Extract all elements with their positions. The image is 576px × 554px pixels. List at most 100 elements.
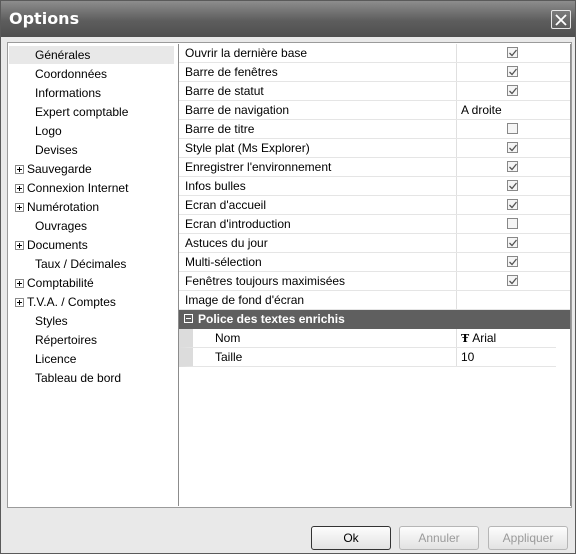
property-checkbox[interactable] [507,123,518,134]
property-value-cell[interactable]: 10 [458,348,570,366]
tree-item-taux-d-cimales[interactable]: Taux / Décimales [9,255,174,273]
property-row[interactable]: Style plat (Ms Explorer) [179,139,570,158]
tree-item-label: Logo [35,124,62,138]
tree-item-documents[interactable]: Documents [9,236,174,254]
tree-item-label: Numérotation [27,200,100,214]
property-name: Style plat (Ms Explorer) [179,139,457,157]
expand-icon[interactable] [15,184,24,193]
property-value-cell [458,177,570,195]
property-row[interactable]: Barre de titre [179,120,570,139]
property-checkbox[interactable] [507,256,518,267]
section-header-police[interactable]: Police des textes enrichis [179,310,570,329]
property-row[interactable]: Multi-sélection [179,253,570,272]
property-value-cell [458,234,570,252]
property-value-cell [458,272,570,290]
property-value[interactable]: A droite [458,101,570,119]
property-value[interactable] [458,291,570,309]
property-value-cell [458,253,570,271]
tree-item-label: Informations [35,86,102,100]
tree-item-tableau-de-bord[interactable]: Tableau de bord [9,369,174,387]
tree-item-label: Ouvrages [35,219,88,233]
property-grid: Ouvrir la dernière base Barre de fenêtres… [178,44,571,506]
tree-item-ouvrages[interactable]: Ouvrages [9,217,174,235]
property-checkbox[interactable] [507,66,518,77]
title-bar[interactable]: Options [1,1,575,37]
property-checkbox[interactable] [507,85,518,96]
property-row[interactable]: Nom Ŧ Arial [179,329,556,348]
options-window: Options Générales Coordonnées Informations… [0,0,576,554]
property-checkbox[interactable] [507,161,518,172]
property-row[interactable]: Barre de fenêtres [179,63,570,82]
property-name: Barre de statut [179,82,457,100]
tree-item-label: Coordonnées [35,67,108,81]
property-checkbox[interactable] [507,180,518,191]
property-name: Barre de fenêtres [179,63,457,81]
checkmark-icon [509,87,517,95]
tree-item-sauvegarde[interactable]: Sauvegarde [9,160,174,178]
property-checkbox[interactable] [507,218,518,229]
property-value: 10 [461,350,475,364]
property-row[interactable]: Astuces du jour [179,234,570,253]
tree-item-label: Expert comptable [35,105,129,119]
tree-item-r-pertoires[interactable]: Répertoires [9,331,174,349]
property-row[interactable]: Enregistrer l'environnement [179,158,570,177]
expand-icon[interactable] [15,241,24,250]
property-name: Barre de titre [179,120,457,138]
tree-item-label: Connexion Internet [27,181,129,195]
tree-item-logo[interactable]: Logo [9,122,174,140]
window-title: Options [9,9,80,28]
tree-item-label: Sauvegarde [27,162,92,176]
tree-item-g-n-rales[interactable]: Générales [9,46,174,64]
collapse-icon[interactable] [184,314,193,323]
property-name: Image de fond d'écran [179,291,457,309]
property-row[interactable]: Ecran d'accueil [179,196,570,215]
property-value-cell [458,139,570,157]
property-row[interactable]: Ecran d'introduction [179,215,570,234]
property-checkbox[interactable] [507,47,518,58]
property-name: Enregistrer l'environnement [179,158,457,176]
tree-item-num-rotation[interactable]: Numérotation [9,198,174,216]
tree-item-styles[interactable]: Styles [9,312,174,330]
property-value-cell[interactable]: Ŧ Arial [458,329,570,347]
property-name: Astuces du jour [179,234,457,252]
tree-item-t-v-a-comptes[interactable]: T.V.A. / Comptes [9,293,174,311]
property-value-cell [458,158,570,176]
property-name: Multi-sélection [179,253,457,271]
expand-icon[interactable] [15,298,24,307]
expand-icon[interactable] [15,203,24,212]
tree-item-licence[interactable]: Licence [9,350,174,368]
ok-button[interactable]: Ok [311,526,391,550]
checkmark-icon [509,163,517,171]
close-button[interactable] [551,10,571,29]
font-icon: Ŧ [461,332,470,345]
property-row[interactable]: Infos bulles [179,177,570,196]
property-checkbox[interactable] [507,142,518,153]
expand-icon[interactable] [15,165,24,174]
tree-item-label: Devises [35,143,78,157]
property-checkbox[interactable] [507,199,518,210]
property-row[interactable]: Taille 10 [179,348,556,367]
property-value-cell [458,120,570,138]
expand-icon[interactable] [15,279,24,288]
tree-item-label: Styles [35,314,68,328]
tree-item-devises[interactable]: Devises [9,141,174,159]
property-value-cell [458,215,570,233]
tree-item-coordonn-es[interactable]: Coordonnées [9,65,174,83]
tree-item-label: Licence [35,352,77,366]
tree-item-expert-comptable[interactable]: Expert comptable [9,103,174,121]
tree-item-informations[interactable]: Informations [9,84,174,102]
property-checkbox[interactable] [507,237,518,248]
property-row[interactable]: Fenêtres toujours maximisées [179,272,570,291]
property-row[interactable]: Ouvrir la dernière base [179,44,570,63]
property-checkbox[interactable] [507,275,518,286]
property-row[interactable]: Barre de navigation A droite [179,101,570,120]
cancel-button[interactable]: Annuler [399,526,479,550]
property-name: Fenêtres toujours maximisées [179,272,457,290]
property-name: Nom [179,329,457,347]
property-row[interactable]: Image de fond d'écran [179,291,570,310]
tree-item-comptabilit[interactable]: Comptabilité [9,274,174,292]
apply-button[interactable]: Appliquer [488,526,568,550]
property-row[interactable]: Barre de statut [179,82,570,101]
property-name: Ecran d'accueil [179,196,457,214]
tree-item-connexion-internet[interactable]: Connexion Internet [9,179,174,197]
